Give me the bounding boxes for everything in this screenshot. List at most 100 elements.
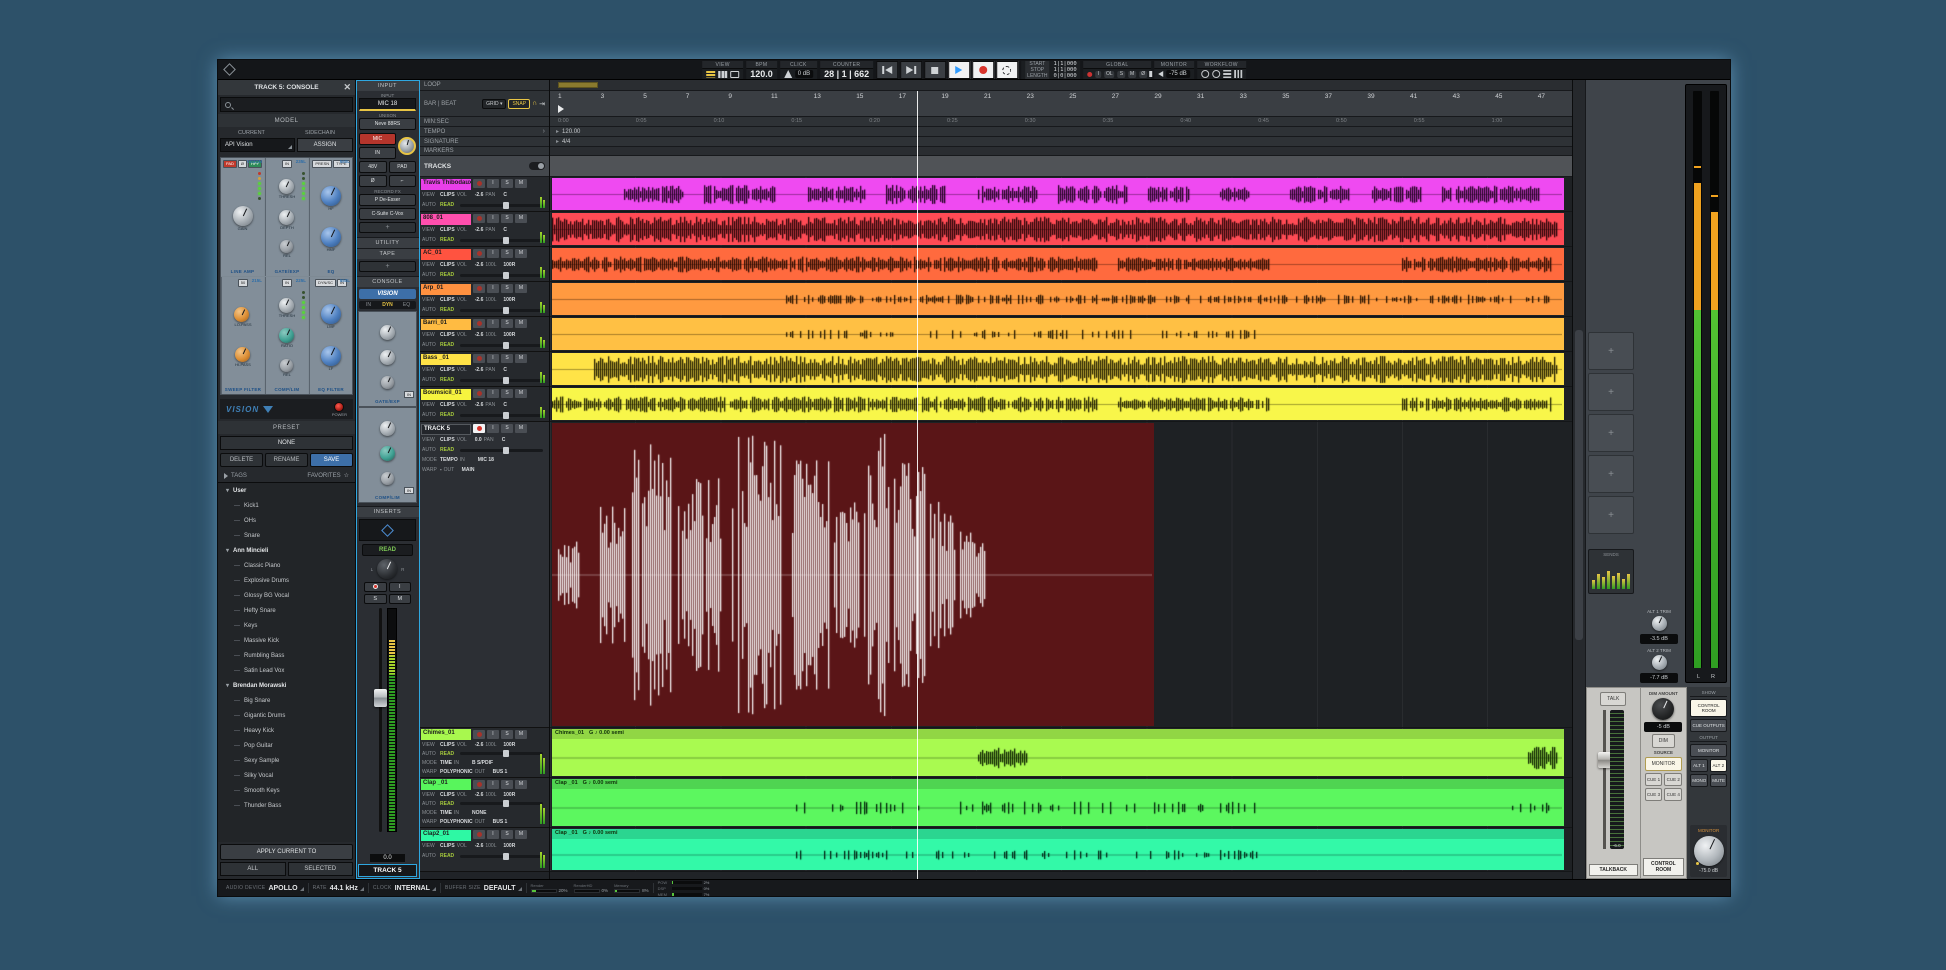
module-in-button[interactable]: IN xyxy=(404,487,414,494)
track-name[interactable]: Boumsicil_01 xyxy=(421,389,471,400)
add-tape-button[interactable]: + xyxy=(359,261,416,272)
warp-value[interactable]: POLYPHONIC xyxy=(440,819,473,825)
record-arm-button[interactable] xyxy=(364,582,387,592)
track-i-button[interactable]: I xyxy=(487,830,499,839)
bar-ruler[interactable]: 1357911131517192123252729313335373941434… xyxy=(550,91,1572,117)
track-header[interactable]: Bass _01ISMVIEWCLIPSVOL-2.6PANCAUTOREAD xyxy=(420,352,549,387)
cue-slot-add[interactable]: + xyxy=(1588,414,1634,452)
tempo-row-label[interactable]: TEMPO xyxy=(424,129,445,135)
bpm-value[interactable]: 120.0 xyxy=(750,69,773,79)
phase-button[interactable]: Ø xyxy=(359,175,387,187)
favorites-star-icon[interactable]: ☆ xyxy=(344,472,349,479)
track-i-button[interactable]: I xyxy=(487,284,499,293)
scrollbar-thumb[interactable] xyxy=(1575,330,1583,640)
slider-handle[interactable] xyxy=(503,342,509,349)
strip-s-button[interactable]: S xyxy=(364,594,387,604)
go-to-end-button[interactable] xyxy=(900,61,922,79)
module-knob[interactable] xyxy=(380,421,395,436)
audio-clip[interactable]: Chimes_01G ♪ 0.00 semi xyxy=(552,729,1564,776)
mode-value[interactable]: TEMPO xyxy=(440,457,458,463)
tempo-expand-icon[interactable]: › xyxy=(543,128,545,135)
unison-slot[interactable]: Neve 88RS xyxy=(359,118,416,130)
track-volume-slider[interactable] xyxy=(460,344,543,347)
vol-value[interactable]: -2.6 xyxy=(475,227,484,233)
vol-value[interactable]: -2.6 xyxy=(475,742,484,748)
line-in-button[interactable]: IN xyxy=(359,147,396,159)
audio-clip[interactable] xyxy=(552,318,1564,350)
speaker-icon[interactable] xyxy=(1158,71,1163,77)
track-header[interactable]: Arp_01ISMVIEWCLIPSVOL-2.6100L100RAUTOREA… xyxy=(420,282,549,317)
auto-mode-value[interactable]: READ xyxy=(440,853,454,859)
utility-section-header[interactable]: UTILITY xyxy=(356,237,419,248)
track-header[interactable]: 808_01ISMVIEWCLIPSVOL-2.6PANCAUTOREAD xyxy=(420,212,549,247)
track-lane[interactable]: Clap _01G ♪ 0.00 semi xyxy=(550,828,1572,872)
save-button[interactable]: SAVE xyxy=(310,453,353,467)
in-value[interactable]: B S/PDIF xyxy=(472,760,493,766)
preset-item[interactable]: Explosive Drums xyxy=(218,573,355,588)
vol-value[interactable]: -2.6 xyxy=(475,192,484,198)
workflow-speaker-icon[interactable] xyxy=(1212,70,1220,78)
track-s-button[interactable]: S xyxy=(501,354,513,363)
preset-select[interactable]: NONE xyxy=(220,436,353,450)
view-value[interactable]: CLIPS xyxy=(440,367,455,373)
module-button[interactable]: DYN/SC xyxy=(315,279,336,287)
tracks-toggle[interactable] xyxy=(529,162,545,170)
view-value[interactable]: CLIPS xyxy=(440,332,455,338)
rename-button[interactable]: RENAME xyxy=(265,453,308,467)
preset-item[interactable]: Satin Lead Vox xyxy=(218,663,355,678)
signature-lane[interactable]: ▸4/4 xyxy=(550,137,1572,147)
preset-item[interactable]: Rumbling Bass xyxy=(218,648,355,663)
console-section-header[interactable]: CONSOLE xyxy=(356,276,419,287)
preset-item[interactable]: Glossy BG Vocal xyxy=(218,588,355,603)
track-lane[interactable]: Chimes_01G ♪ 0.00 semi xyxy=(550,728,1572,778)
vol-value[interactable]: -2.6 xyxy=(475,792,484,798)
track-lane[interactable] xyxy=(550,282,1572,317)
view-value[interactable]: CLIPS xyxy=(440,843,455,849)
track-volume-slider[interactable] xyxy=(460,239,543,242)
mixer-view-icon[interactable] xyxy=(706,71,715,78)
pan-value[interactable]: C xyxy=(503,192,507,198)
preset-item[interactable]: Pop Guitar xyxy=(218,738,355,753)
pan-value[interactable]: C xyxy=(503,402,507,408)
record-arm-button[interactable] xyxy=(473,830,485,839)
track-header[interactable]: Barri_01ISMVIEWCLIPSVOL-2.6100L100RAUTOR… xyxy=(420,317,549,352)
pan-value[interactable]: 100R xyxy=(503,332,515,338)
preset-item[interactable]: Thunder Bass xyxy=(218,798,355,813)
module-knob[interactable] xyxy=(233,206,253,226)
track-i-button[interactable]: I xyxy=(487,780,499,789)
show-control-room-button[interactable]: CONTROL ROOM xyxy=(1690,699,1727,717)
track-s-button[interactable]: S xyxy=(501,214,513,223)
audio-clip[interactable] xyxy=(552,423,1154,726)
counter-value[interactable]: 28 | 1 | 662 xyxy=(824,69,869,79)
track-i-button[interactable]: I xyxy=(487,319,499,328)
console-module[interactable]: COMP/LIMIN xyxy=(358,407,417,503)
pad-button[interactable]: PAD xyxy=(389,161,417,173)
track-name[interactable]: Chimes_01 xyxy=(421,729,471,740)
track-name[interactable]: Arp_01 xyxy=(421,284,471,295)
workflow-list-icon[interactable] xyxy=(1223,70,1231,78)
track-name[interactable]: AC_01 xyxy=(421,249,471,260)
preset-item[interactable]: Hefty Snare xyxy=(218,603,355,618)
mic-button[interactable]: MIC xyxy=(359,133,396,145)
loop-row-label[interactable]: LOOP xyxy=(424,82,441,88)
preset-item[interactable]: Big Snare xyxy=(218,693,355,708)
barbeat-row-label[interactable]: BAR | BEAT xyxy=(424,101,456,107)
audio-clip[interactable] xyxy=(552,178,1564,210)
power-led-icon[interactable] xyxy=(334,402,344,412)
track-m-button[interactable]: M xyxy=(515,179,527,188)
click-db-value[interactable]: 0 dB xyxy=(795,70,813,78)
gain-knob[interactable] xyxy=(398,137,416,155)
record-fx-slot[interactable]: P De-Esser xyxy=(359,194,416,206)
monitor-db-value[interactable]: -75 dB xyxy=(1166,70,1190,78)
console-module[interactable]: 560LPRESNTYPEHFHMFEQ xyxy=(309,158,352,276)
out-value[interactable]: MAIN xyxy=(462,467,475,473)
module-knob[interactable] xyxy=(235,347,250,362)
track-m-button[interactable]: M xyxy=(515,389,527,398)
track-m-button[interactable]: M xyxy=(515,730,527,739)
console-module[interactable]: 215L50LO-PASSHI-PASSSWEEP FILTER xyxy=(221,277,264,395)
magnet-snap-icon[interactable]: ∩ xyxy=(532,100,537,107)
pan-value[interactable]: C xyxy=(503,367,507,373)
track-header[interactable]: AC_01ISMVIEWCLIPSVOL-2.6100L100RAUTOREAD xyxy=(420,247,549,282)
track-header[interactable]: Boumsicil_01ISMVIEWCLIPSVOL-2.6PANCAUTOR… xyxy=(420,387,549,422)
auto-mode-value[interactable]: READ xyxy=(440,801,454,807)
